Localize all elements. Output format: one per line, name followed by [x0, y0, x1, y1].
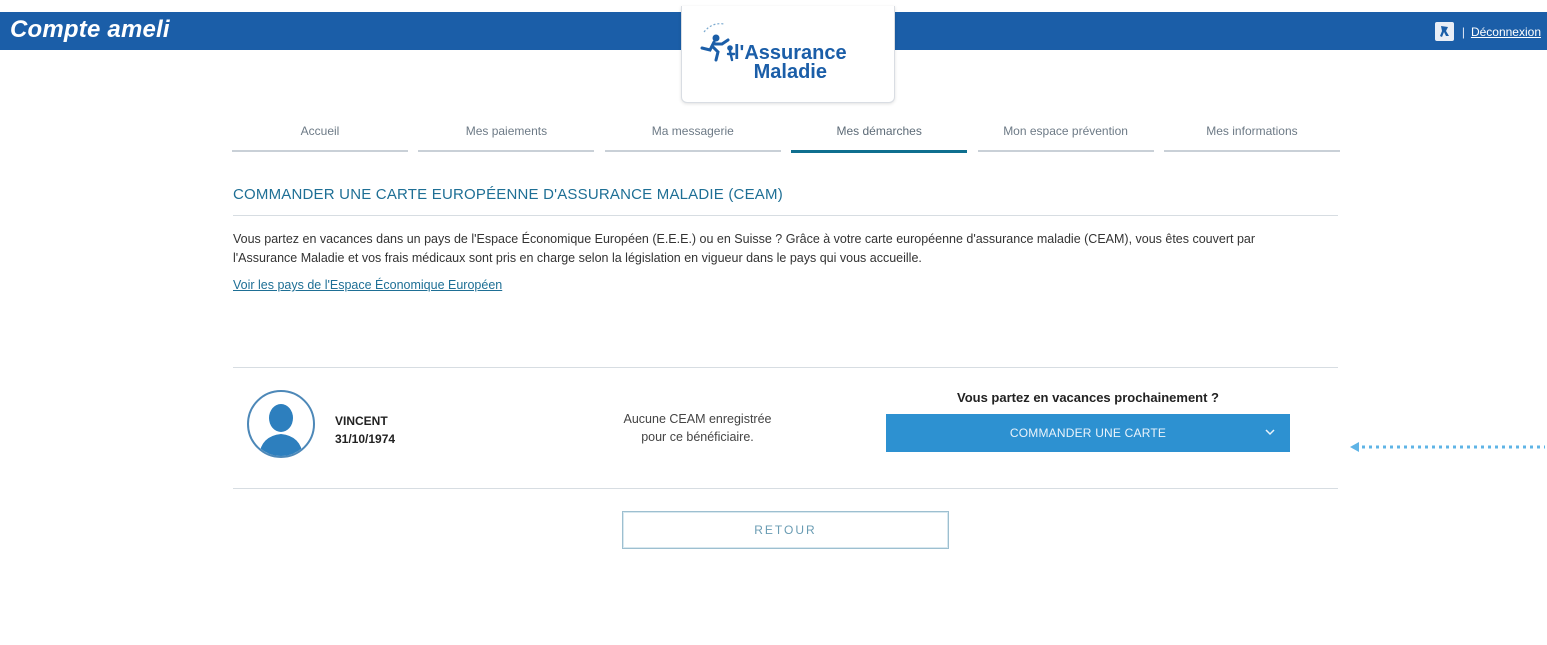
beneficiary-row: VINCENT 31/10/1974 Aucune CEAM enregistr…: [233, 367, 1338, 489]
tab-ma-messagerie[interactable]: Ma messagerie: [604, 122, 781, 152]
eee-countries-link[interactable]: Voir les pays de l'Espace Économique Eur…: [233, 278, 502, 292]
tab-mes-demarches[interactable]: Mes démarches: [791, 122, 968, 153]
order-card-button[interactable]: COMMANDER UNE CARTE: [886, 414, 1290, 452]
chevron-down-icon: [1265, 429, 1275, 436]
tab-accueil[interactable]: Accueil: [232, 122, 408, 152]
tab-mes-paiements[interactable]: Mes paiements: [418, 122, 595, 152]
ceam-status-line-2: pour ce bénéficiaire.: [641, 430, 754, 444]
logo-wordmark: l'Assurance Maladie: [734, 43, 847, 83]
back-button[interactable]: RETOUR: [622, 511, 949, 549]
order-zone: Vous partez en vacances prochainement ? …: [886, 390, 1290, 452]
logo-line-2: Maladie: [753, 61, 827, 83]
beneficiary-birthdate: 31/10/1974: [335, 432, 396, 446]
app-title: Compte ameli: [10, 16, 170, 43]
page-title: COMMANDER UNE CARTE EUROPÉENNE D'ASSURAN…: [233, 186, 1338, 216]
order-question: Vous partez en vacances prochainement ?: [956, 390, 1219, 405]
order-card-button-label: COMMANDER UNE CARTE: [1009, 426, 1167, 440]
main-content: COMMANDER UNE CARTE EUROPÉENNE D'ASSURAN…: [233, 186, 1338, 294]
beneficiary-info: VINCENT 31/10/1974: [335, 412, 395, 448]
beneficiary-name: VINCENT: [335, 414, 388, 428]
header-separator: |: [1461, 24, 1465, 39]
tab-mes-informations[interactable]: Mes informations: [1163, 122, 1340, 152]
assurance-maladie-logo[interactable]: l'Assurance Maladie: [681, 6, 895, 103]
ceam-status: Aucune CEAM enregistrée pour ce bénéfici…: [585, 410, 810, 446]
annotation-arrow-icon: [1350, 442, 1545, 452]
main-navigation: Accueil Mes paiements Ma messagerie Mes …: [232, 122, 1340, 153]
top-right-actions: | Déconnexion: [1434, 22, 1541, 41]
tab-mon-espace-prevention[interactable]: Mon espace prévention: [977, 122, 1154, 152]
intro-text: Vous partez en vacances dans un pays de …: [233, 232, 1256, 265]
accessibility-icon[interactable]: [1434, 22, 1454, 41]
ceam-status-line-1: Aucune CEAM enregistrée: [623, 412, 772, 426]
logout-link[interactable]: Déconnexion: [1471, 25, 1541, 39]
person-avatar-icon: [247, 390, 315, 458]
